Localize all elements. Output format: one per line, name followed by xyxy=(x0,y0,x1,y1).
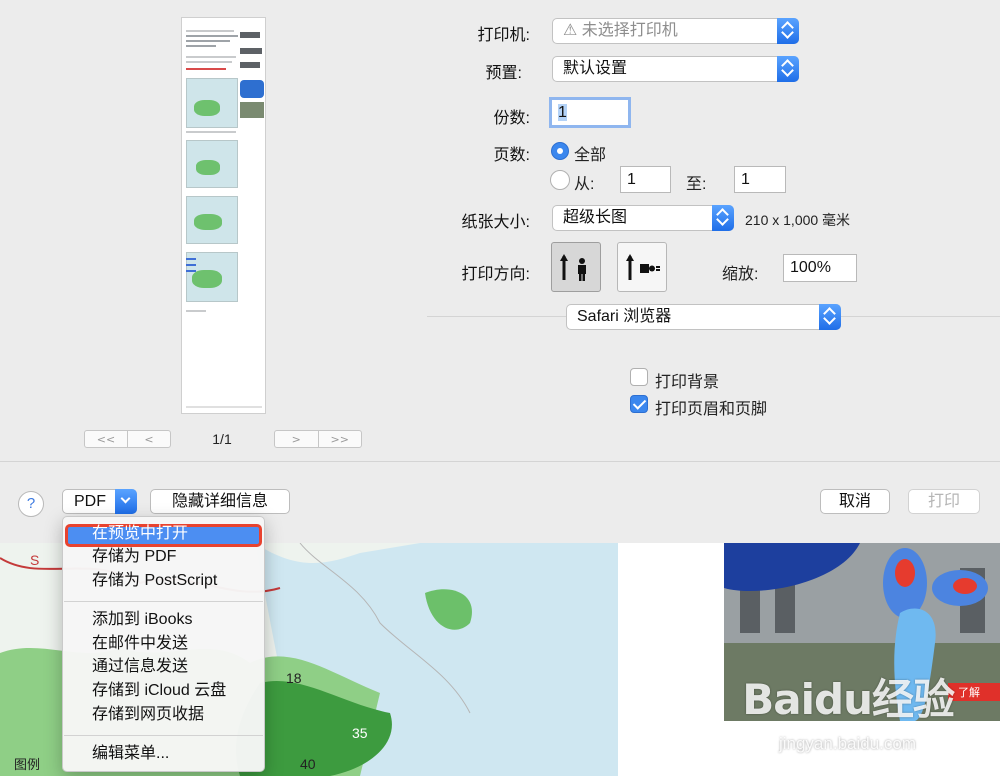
pages-from-label: 从: xyxy=(574,176,595,193)
paper-size-label: 纸张大小: xyxy=(461,214,530,231)
menu-item-save-web-receipt[interactable]: 存储到网页收据 xyxy=(92,704,204,726)
paper-dimensions: 210 x 1,000 毫米 xyxy=(745,212,851,228)
print-background-label: 打印背景 xyxy=(655,374,720,391)
menu-item-send-message[interactable]: 通过信息发送 xyxy=(92,656,188,678)
page-indicator: 1/1 xyxy=(212,431,232,447)
chevron-updown-icon xyxy=(712,205,734,231)
pdf-dropdown-menu: 在预览中打开 存储为 PDF 存储为 PostScript 添加到 iBooks… xyxy=(62,516,265,772)
chevron-down-icon xyxy=(115,489,137,514)
help-button[interactable]: ? xyxy=(18,491,44,517)
menu-item-save-as-pdf[interactable]: 存储为 PDF xyxy=(92,546,176,568)
hide-details-button[interactable]: 隐藏详细信息 xyxy=(150,489,290,514)
pages-all-label: 全部 xyxy=(574,147,607,164)
landscape-orientation-button[interactable] xyxy=(617,242,667,292)
preset-value: 默认设置 xyxy=(563,60,628,77)
printer-value: ⚠ 未选择打印机 xyxy=(563,22,678,39)
print-dialog: << < 1/1 > >> 打印机: ⚠ 未选择打印机 预置: 默认设置 份数:… xyxy=(0,0,1000,543)
app-options-select[interactable]: Safari 浏览器 xyxy=(566,304,841,330)
previous-page-button[interactable]: < xyxy=(127,431,170,447)
menu-item-add-to-ibooks[interactable]: 添加到 iBooks xyxy=(92,609,192,631)
preset-label: 预置: xyxy=(485,65,522,82)
preset-select[interactable]: 默认设置 xyxy=(552,56,799,82)
page-preview-thumbnail xyxy=(181,17,266,414)
pages-from-field[interactable]: 1 xyxy=(620,166,671,193)
cancel-button[interactable]: 取消 xyxy=(820,489,890,514)
copies-field[interactable]: 1 xyxy=(549,97,631,128)
menu-item-send-mail[interactable]: 在邮件中发送 xyxy=(92,633,188,655)
print-headers-footers-label: 打印页眉和页脚 xyxy=(655,401,768,418)
baidu-watermark-logo: Baidu经验 xyxy=(742,675,955,724)
pages-to-field[interactable]: 1 xyxy=(734,166,786,193)
scale-label: 缩放: xyxy=(722,266,759,283)
print-headers-footers-checkbox[interactable] xyxy=(630,395,648,413)
app-options-value: Safari 浏览器 xyxy=(577,308,672,325)
paper-size-value: 超级长图 xyxy=(563,209,628,226)
first-page-button[interactable]: << xyxy=(85,431,127,447)
pages-to-label: 至: xyxy=(686,176,707,193)
baidu-watermark-url: jingyan.baidu.com xyxy=(778,734,916,753)
menu-item-save-icloud[interactable]: 存储到 iCloud 云盘 xyxy=(92,680,226,702)
map-number-40: 40 xyxy=(300,756,316,772)
pdf-menu-button[interactable]: PDF xyxy=(62,489,137,514)
pdf-label: PDF xyxy=(74,493,106,510)
svg-text:了解: 了解 xyxy=(958,685,980,699)
pages-range-radio[interactable] xyxy=(550,170,570,190)
scale-field[interactable]: 100% xyxy=(783,254,857,282)
next-page-button[interactable]: > xyxy=(275,431,318,447)
portrait-icon xyxy=(560,254,586,281)
menu-item-open-in-preview[interactable]: 在预览中打开 xyxy=(92,523,188,545)
map-number-35: 35 xyxy=(352,725,368,741)
landscape-icon xyxy=(626,254,660,280)
orientation-label: 打印方向: xyxy=(461,266,530,283)
chevron-updown-icon xyxy=(777,56,799,82)
menu-item-save-as-postscript[interactable]: 存储为 PostScript xyxy=(92,570,217,592)
pager-back-group: << < xyxy=(84,430,171,448)
pages-label: 页数: xyxy=(493,147,530,164)
last-page-button[interactable]: >> xyxy=(317,431,362,447)
map-number-18: 18 xyxy=(286,670,302,686)
map-legend-label: 图例 xyxy=(14,757,40,772)
printer-select[interactable]: ⚠ 未选择打印机 xyxy=(552,18,799,44)
chevron-updown-icon xyxy=(819,304,841,330)
printer-label: 打印机: xyxy=(477,27,530,44)
copies-value: 1 xyxy=(558,104,567,121)
menu-separator xyxy=(64,601,263,602)
chevron-updown-icon xyxy=(777,18,799,44)
copies-label: 份数: xyxy=(493,110,530,127)
print-background-checkbox[interactable] xyxy=(630,368,648,386)
pages-all-radio[interactable] xyxy=(551,142,569,160)
pager-forward-group: > >> xyxy=(274,430,362,448)
print-button[interactable]: 打印 xyxy=(908,489,980,514)
footer-divider xyxy=(0,461,1000,462)
menu-item-edit-menu[interactable]: 编辑菜单... xyxy=(92,743,169,765)
svg-text:S: S xyxy=(30,552,39,568)
portrait-orientation-button[interactable] xyxy=(551,242,601,292)
paper-size-select[interactable]: 超级长图 xyxy=(552,205,734,231)
menu-separator xyxy=(64,735,263,736)
